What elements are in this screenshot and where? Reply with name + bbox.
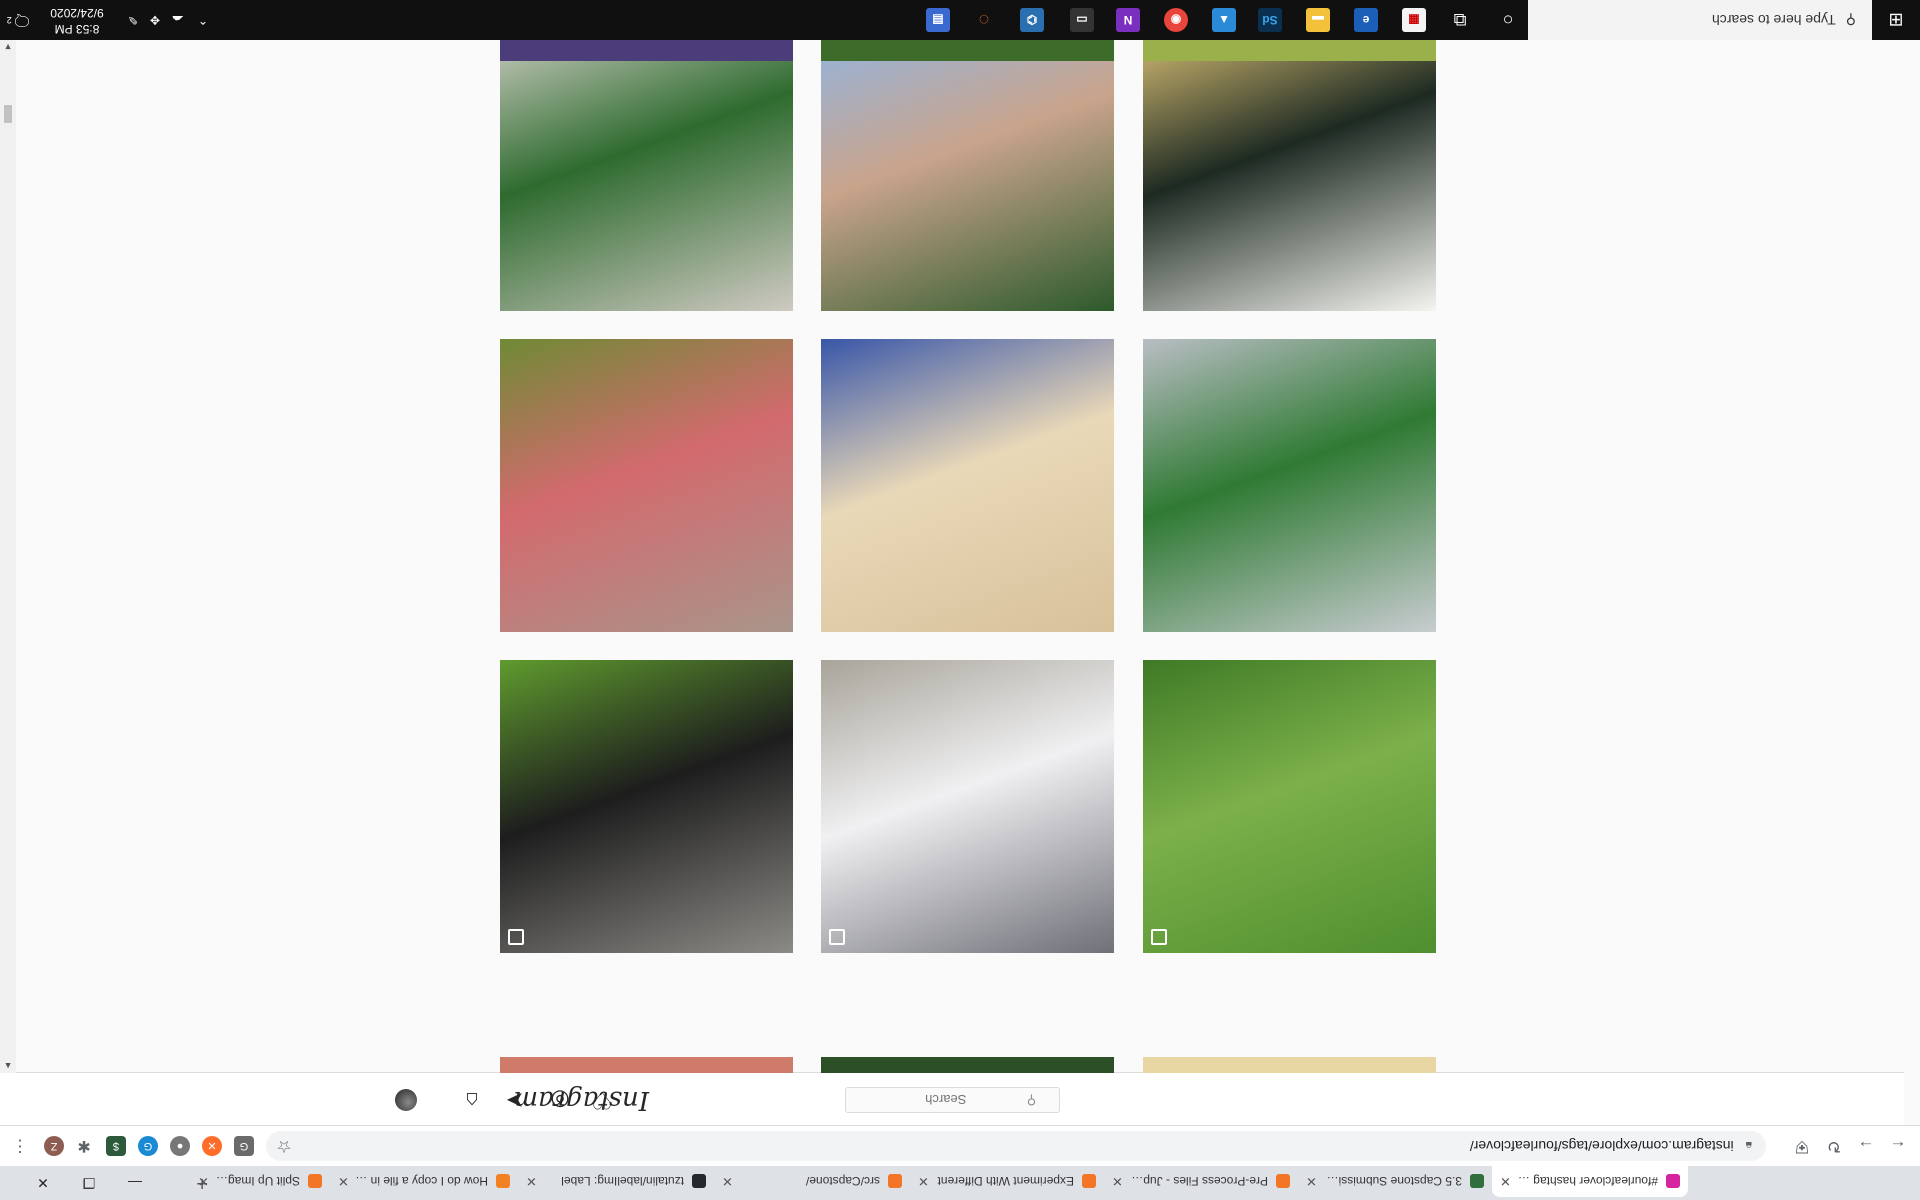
post-thumbnail[interactable] [500,18,793,311]
post-thumbnail[interactable] [821,18,1114,311]
task-view-icon[interactable]: ⧉ [1448,8,1472,32]
clock-date: 9/24/2020 [50,6,104,20]
clock-time: 8:53 PM [54,22,100,36]
post-thumbnail[interactable] [1143,18,1436,311]
microsoft-store-icon[interactable]: ▦ [1402,8,1426,32]
post-thumbnail[interactable] [1143,339,1436,632]
scroll-up-arrow[interactable]: ▲ [0,1061,16,1071]
multi-photo-icon [1151,929,1167,945]
post-thumbnail[interactable] [821,1057,1114,1073]
post-thumbnail[interactable] [500,660,793,953]
taskbar-clock[interactable]: 8:53 PM 9/24/2020 [42,5,112,37]
jupyter-icon[interactable]: ◌ [972,8,996,32]
edge-icon[interactable]: e [1354,8,1378,32]
file-explorer-icon[interactable]: ▬ [1306,8,1330,32]
scroll-thumb[interactable] [4,105,12,123]
onenote-icon[interactable]: N [1116,8,1140,32]
post-thumbnail[interactable] [1143,1057,1436,1073]
chevron-up-icon[interactable]: ⌃ [198,13,208,27]
post-thumbnail[interactable] [500,339,793,632]
post-thumbnail[interactable] [1143,40,1436,61]
dropbox-icon[interactable]: ✥ [150,13,160,27]
page-scrollbar[interactable]: ▲ ▼ [0,40,16,1073]
chrome-icon[interactable]: ◉ [1164,8,1188,32]
post-thumbnail[interactable] [500,40,793,61]
app-grid-icon[interactable]: ▤ [926,8,950,32]
system-tray: ⌃ ☁ ✥ ✎ [128,0,208,40]
notification-center-icon[interactable]: 🗨︎ 2 [7,0,32,40]
post-thumbnail[interactable] [821,40,1114,61]
scroll-down-arrow[interactable]: ▼ [0,42,16,52]
taskbar-search[interactable]: ⚲ Type here to search [1528,0,1872,40]
photoshop-icon[interactable]: Sd [1258,8,1282,32]
multi-photo-icon [508,929,524,945]
windows-taskbar: ⊞ ⚲ Type here to search ○ ⧉ ▦ e ▬ Sd ▲ ◉… [0,0,1920,40]
post-thumbnail[interactable] [1143,660,1436,953]
windows-start-icon[interactable]: ⊞ [1872,0,1920,40]
onedrive-icon[interactable]: ☁ [172,13,184,27]
post-grid [0,0,1920,1200]
post-thumbnail[interactable] [500,1057,793,1073]
cortana-icon[interactable]: ○ [1496,8,1520,32]
pen-icon[interactable]: ✎ [128,13,138,27]
photos-icon[interactable]: ▲ [1212,8,1236,32]
terminal-icon[interactable]: ▭ [1070,8,1094,32]
taskbar-search-placeholder: Type here to search [1711,12,1836,28]
multi-photo-icon [829,929,845,945]
python-icon[interactable]: ⌬ [1020,8,1044,32]
post-thumbnail[interactable] [821,339,1114,632]
search-icon: ⚲ [1845,12,1856,29]
post-thumbnail[interactable] [821,660,1114,953]
